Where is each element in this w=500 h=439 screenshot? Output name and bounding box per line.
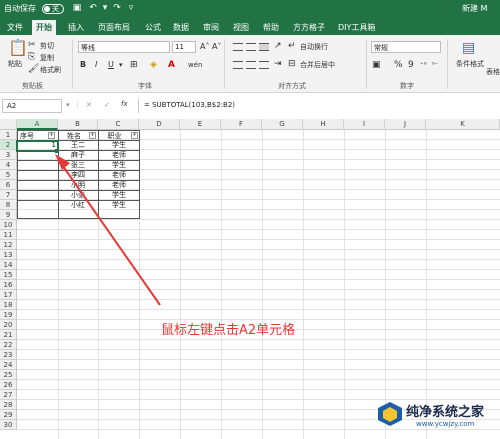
format-painter-icon[interactable]: 🖌 (28, 64, 39, 74)
tab-file[interactable]: 文件 (7, 22, 23, 33)
align-center-icon[interactable] (246, 61, 256, 69)
increase-decimal-icon[interactable]: ⁺⁰ (420, 60, 427, 70)
tab-diy-toolbox[interactable]: DIY工具箱 (338, 22, 375, 33)
paste-button[interactable]: 粘贴 (8, 59, 22, 69)
watermark: 纯净系统之家 www.ycwjzy.com (376, 398, 496, 438)
document-title: 新建 M (462, 4, 488, 13)
group-divider (224, 39, 225, 89)
insert-function-icon[interactable]: fx (121, 100, 128, 108)
watermark-title: 纯净系统之家 (406, 405, 485, 420)
formula-input[interactable]: = SUBTOTAL(103,B$2:B2) (138, 99, 498, 113)
ribbon-tabs: 文件 开始 插入 页面布局 公式 数据 审阅 视图 帮助 方方格子 DIY工具箱 (0, 18, 500, 35)
wrap-text-button[interactable]: 自动换行 (300, 42, 328, 52)
ribbon: 📋 粘贴 ✂ 剪切 ⎘ 复制 🖌 格式刷 剪贴板 等线 11 A˄ A˅ B I… (0, 35, 500, 93)
redo-icon[interactable]: ↷ (112, 3, 122, 13)
phonetic-button[interactable]: wén (188, 61, 202, 69)
align-middle-icon[interactable] (246, 43, 256, 51)
autosave-toggle[interactable]: 关 (42, 4, 64, 14)
tab-page-layout[interactable]: 页面布局 (98, 22, 130, 33)
group-divider (366, 39, 367, 89)
tab-insert[interactable]: 插入 (68, 22, 84, 33)
font-name-select[interactable]: 等线 (78, 41, 170, 53)
tab-review[interactable]: 审阅 (203, 22, 219, 33)
border-icon[interactable]: ⊞ (130, 60, 138, 70)
worksheet-grid: A B C D E F G H I J K 1 2 3 4 5 6 7 8 9 10 11 12 13 1… (0, 119, 500, 439)
font-size-select[interactable]: 11 (172, 41, 196, 53)
wrap-text-icon[interactable]: ↵ (288, 41, 296, 51)
title-bar: 自动保存 关 ▣ ↶ ▾ ↷ ▿ 新建 M (0, 0, 500, 18)
align-right-icon[interactable] (259, 61, 269, 69)
number-group-label: 数字 (400, 82, 414, 90)
group-divider (447, 39, 448, 89)
format-painter-button[interactable]: 格式刷 (40, 65, 61, 75)
formula-bar: A2 ▾ ⋮ ✕ ✓ fx = SUBTOTAL(103,B$2:B2) (0, 97, 500, 115)
clipboard-group-label: 剪贴板 (22, 82, 43, 90)
cut-button[interactable]: 剪切 (40, 41, 54, 51)
bold-button[interactable]: B (80, 60, 86, 69)
group-divider (72, 39, 73, 89)
tab-data[interactable]: 数据 (173, 22, 189, 33)
cancel-icon[interactable]: ✕ (86, 101, 92, 109)
italic-button[interactable]: I (95, 60, 97, 69)
tab-view[interactable]: 视图 (233, 22, 249, 33)
align-bottom-icon[interactable] (259, 43, 269, 51)
underline-dropdown-icon[interactable]: ▾ (119, 60, 123, 70)
align-top-icon[interactable] (233, 43, 243, 51)
paste-icon[interactable]: 📋 (8, 40, 28, 56)
percent-button[interactable]: % (394, 60, 403, 70)
namebox-dropdown-icon[interactable]: ▾ (66, 101, 70, 109)
tab-help[interactable]: 帮助 (263, 22, 279, 33)
toggle-knob (44, 6, 50, 12)
conditional-formatting-button[interactable]: 条件格式 (456, 59, 484, 69)
decrease-font-icon[interactable]: A˅ (212, 42, 221, 52)
annotation-text: 鼠标左键点击A2单元格 (161, 323, 296, 338)
tab-home[interactable]: 开始 (32, 20, 56, 35)
copy-icon[interactable]: ⎘ (28, 52, 35, 62)
number-format-select[interactable]: 常规 (371, 41, 441, 53)
tab-fangfang[interactable]: 方方格子 (293, 22, 325, 33)
font-color-icon[interactable]: A (168, 60, 175, 70)
alignment-group-label: 对齐方式 (278, 82, 306, 90)
annotation-arrow (55, 154, 161, 306)
toggle-state: 关 (52, 5, 59, 13)
merge-center-button[interactable]: 合并后居中 (300, 60, 335, 70)
comma-style-button[interactable]: 9 (408, 60, 414, 70)
decrease-decimal-icon[interactable]: ⁰⁻ (432, 60, 439, 70)
conditional-formatting-icon[interactable]: ▤ (462, 41, 475, 55)
font-group-label: 字体 (138, 82, 152, 90)
watermark-logo-icon (378, 402, 402, 426)
name-box[interactable]: A2 (2, 99, 62, 113)
autosave-label: 自动保存 (4, 4, 36, 13)
orientation-icon[interactable]: ↗ (274, 41, 282, 51)
customize-qat-icon[interactable]: ▿ (126, 3, 136, 13)
currency-icon[interactable]: ▣ (372, 60, 381, 70)
save-icon[interactable]: ▣ (72, 3, 82, 13)
copy-button[interactable]: 复制 (40, 53, 54, 63)
tab-formulas[interactable]: 公式 (145, 22, 161, 33)
formula-bar-grip: ⋮ (74, 101, 81, 109)
undo-dropdown-icon[interactable]: ▾ (100, 3, 110, 13)
enter-icon[interactable]: ✓ (104, 101, 110, 109)
undo-icon[interactable]: ↶ (88, 3, 98, 13)
merge-center-icon[interactable]: ⊟ (288, 59, 296, 69)
indent-icon[interactable]: ⇥ (274, 59, 282, 69)
format-as-table-button[interactable]: 表格 (486, 67, 500, 77)
watermark-url: www.ycwjzy.com (416, 420, 475, 428)
increase-font-icon[interactable]: A˄ (200, 42, 209, 52)
align-left-icon[interactable] (233, 61, 243, 69)
underline-button[interactable]: U (108, 60, 114, 69)
cut-icon[interactable]: ✂ (28, 40, 36, 50)
fill-color-icon[interactable]: ◈ (150, 60, 157, 70)
